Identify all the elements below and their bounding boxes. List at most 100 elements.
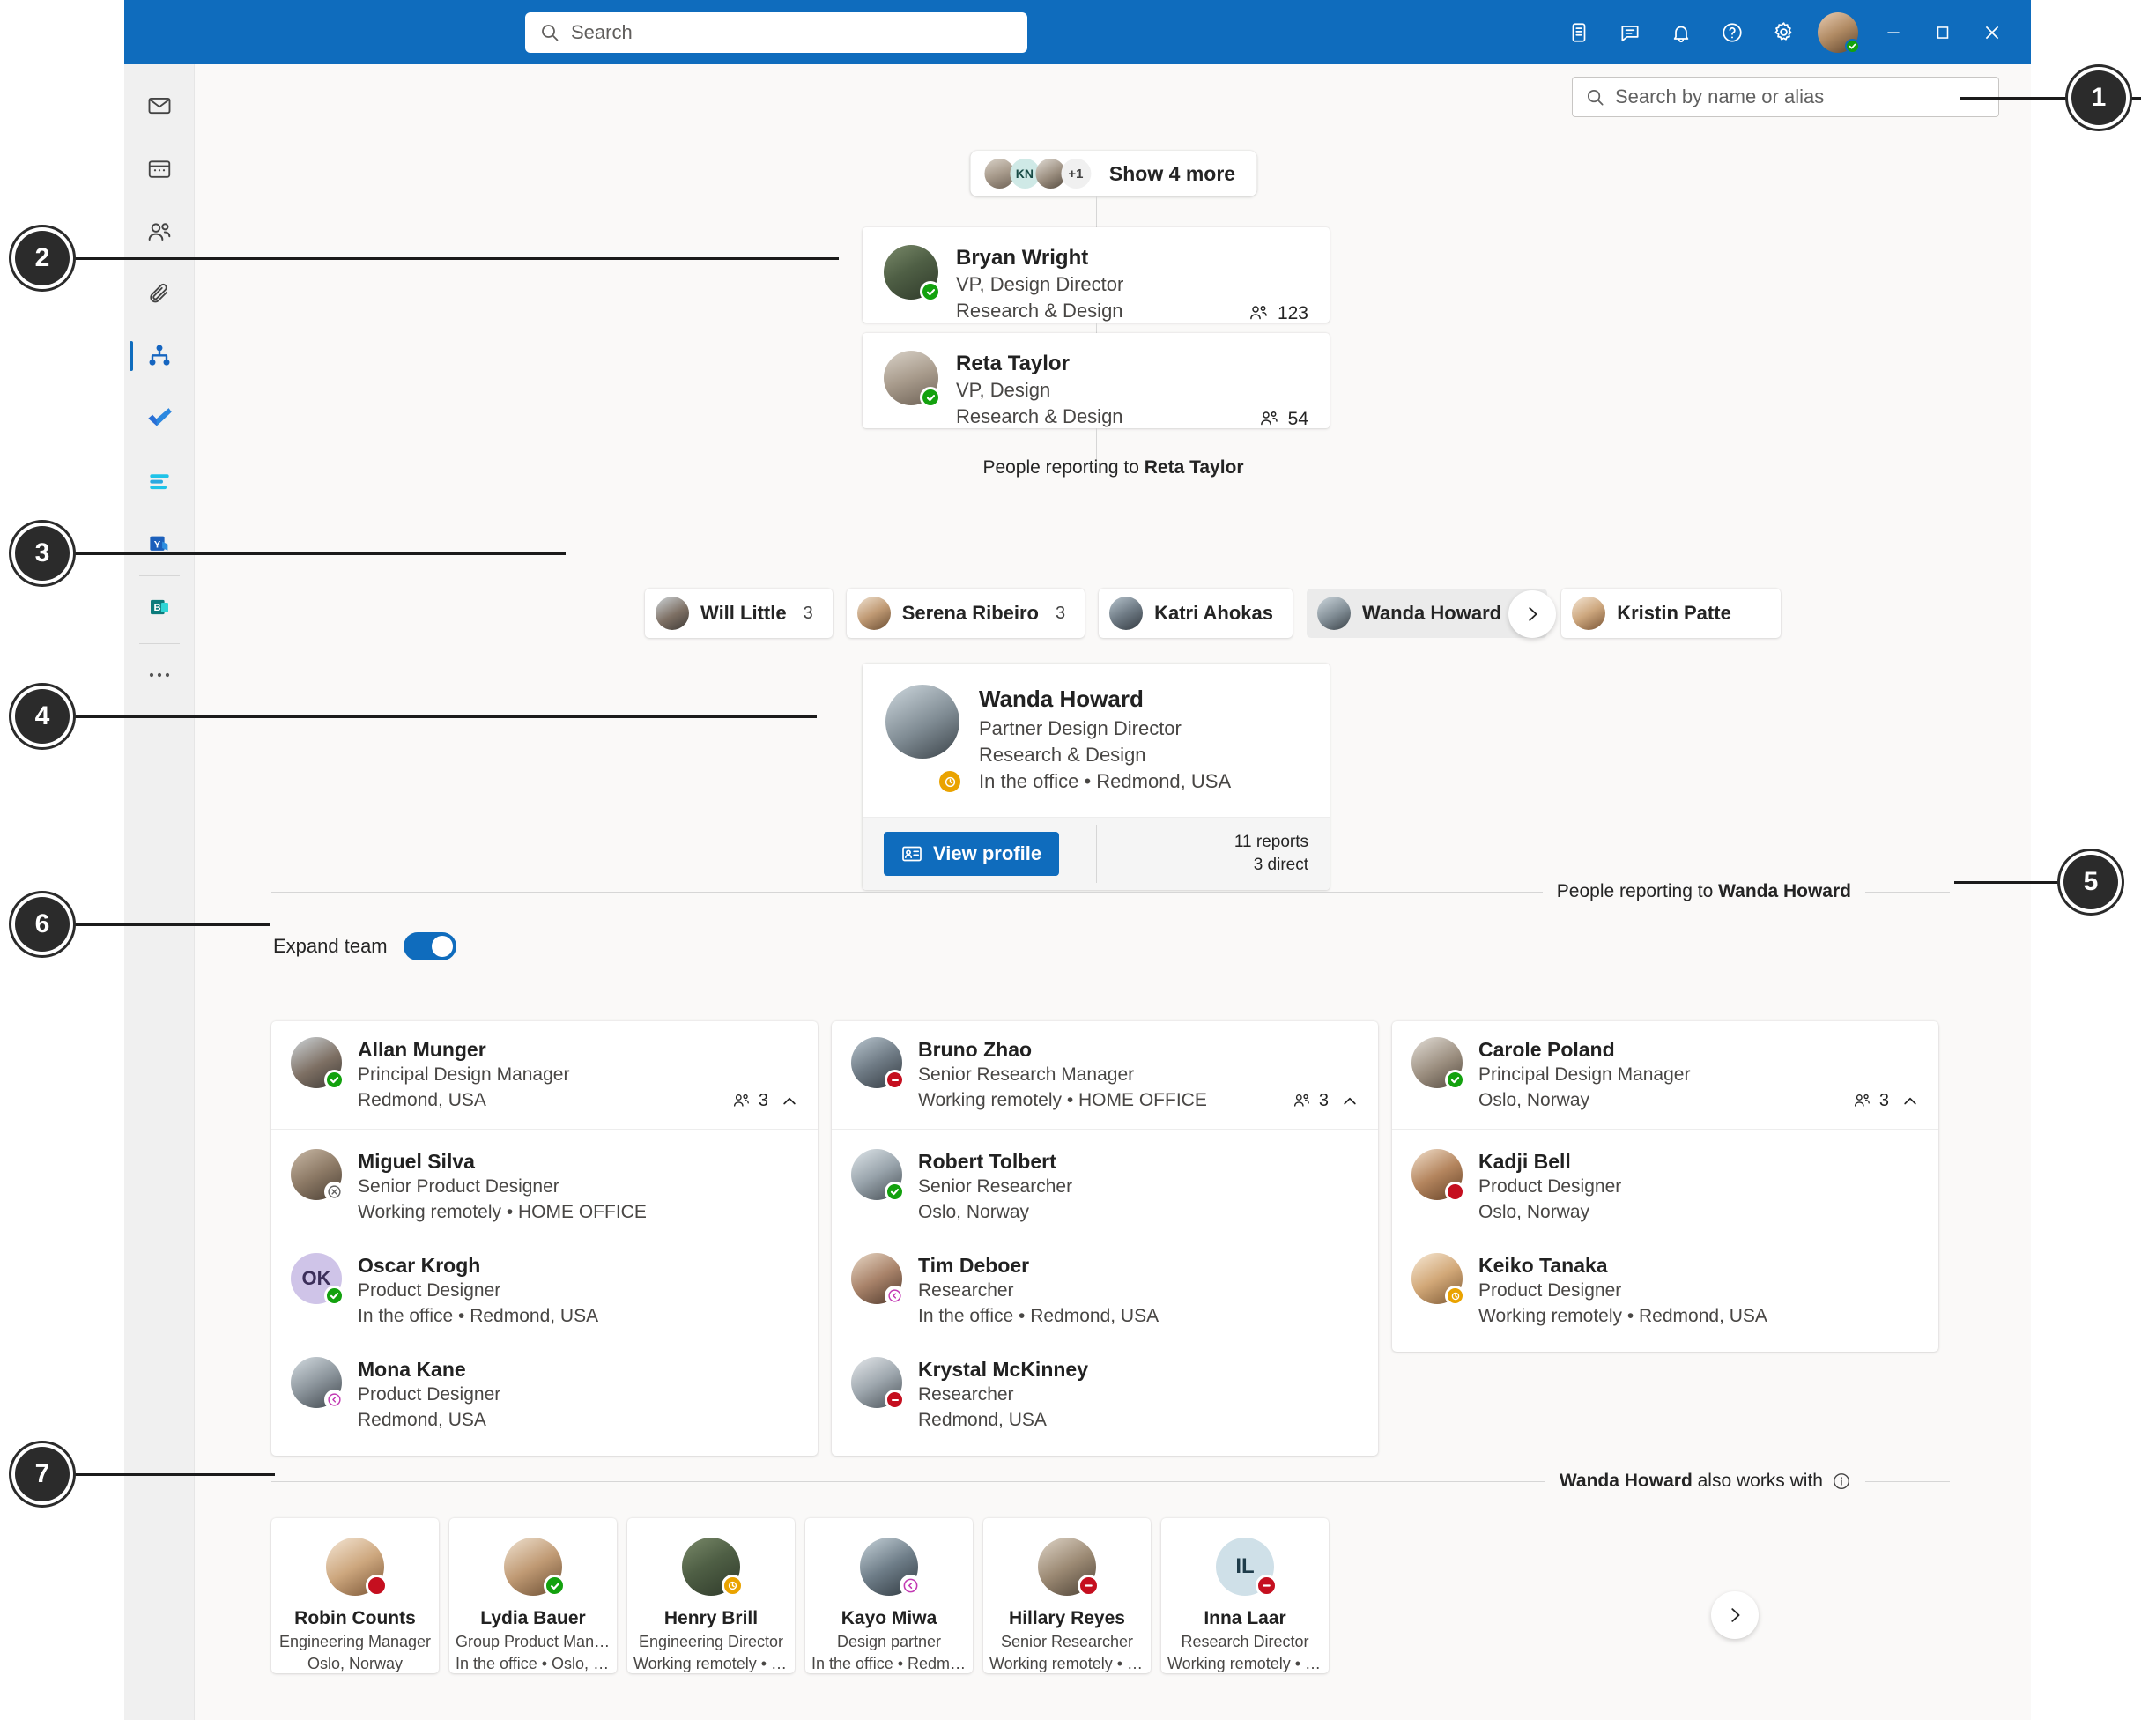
close-button[interactable] (1967, 8, 2017, 57)
avatar (884, 351, 938, 405)
peer-count: 3 (804, 604, 813, 624)
expand-team-toggle-row[interactable]: Expand team (273, 932, 456, 960)
sidebar-item-calendar[interactable] (124, 149, 195, 189)
help-icon[interactable] (1707, 8, 1758, 57)
reports-direct: 3 direct (1234, 854, 1308, 878)
sidebar-item-yammer[interactable]: Y (124, 524, 195, 565)
presence-badge-busy (1256, 1575, 1278, 1597)
team-member-row[interactable]: Kadji Bell Product Designer Oslo, Norway (1392, 1130, 1938, 1239)
person-location: Working remotely • HOME OFFI... (1167, 1655, 1322, 1673)
search-input[interactable]: Search by name or alias (1572, 77, 1999, 117)
person-name: Tim Deboer (918, 1253, 1159, 1279)
toggle-knob (432, 936, 453, 957)
team-column-carole-poland: Carole Poland Principal Design Manager O… (1392, 1021, 1938, 1352)
gear-icon[interactable] (1758, 8, 1809, 57)
works-with-next-button[interactable] (1711, 1591, 1759, 1639)
person-name: Bryan Wright (956, 245, 1123, 271)
activity-icon[interactable] (1553, 8, 1604, 57)
team-collapse-control[interactable]: 3 (1292, 1091, 1359, 1111)
person-location: Oslo, Norway (1478, 1200, 1621, 1226)
person-title: Engineering Director (639, 1633, 783, 1651)
person-title: Product Designer (358, 1383, 500, 1408)
team-member-row[interactable]: Mona Kane Product Designer Redmond, USA (271, 1343, 818, 1456)
works-with-row: Robin Counts Engineering Manager Oslo, N… (271, 1518, 1329, 1673)
works-with-card[interactable]: Hillary Reyes Senior Researcher Working … (983, 1518, 1151, 1673)
person-title: Engineering Manager (279, 1633, 431, 1651)
reports-count-value: 54 (1288, 409, 1308, 430)
sidebar-item-people[interactable] (124, 212, 195, 253)
callout-3: 3 (15, 526, 70, 581)
global-search-input[interactable]: Search (525, 12, 1027, 53)
team-member-row[interactable]: OK Oscar Krogh Product Designer In the o… (271, 1239, 818, 1343)
sidebar-item-more[interactable] (124, 655, 195, 695)
team-member-row[interactable]: Tim Deboer Researcher In the office • Re… (832, 1239, 1378, 1343)
maximize-button[interactable] (1918, 8, 1967, 57)
view-profile-button[interactable]: View profile (884, 832, 1059, 876)
sidebar-item-to-do[interactable] (124, 397, 195, 438)
person-location: Working remotely • HOME OFFICE (358, 1200, 647, 1226)
peer-chip-serena-ribeiro[interactable]: Serena Ribeiro 3 (847, 589, 1085, 638)
peer-name: Katri Ahokas (1154, 602, 1273, 625)
person-title: Product Designer (358, 1279, 598, 1304)
expand-team-label: Expand team (273, 935, 388, 958)
chat-icon[interactable] (1604, 8, 1656, 57)
team-manager-row[interactable]: Carole Poland Principal Design Manager O… (1392, 1021, 1938, 1130)
peers-next-button[interactable] (1508, 590, 1556, 638)
info-icon[interactable] (1832, 1472, 1851, 1491)
team-member-row[interactable]: Krystal McKinney Researcher Redmond, USA (832, 1343, 1378, 1456)
sidebar-item-lists[interactable] (124, 461, 195, 501)
team-collapse-control[interactable]: 3 (731, 1091, 798, 1111)
callout-6: 6 (15, 897, 70, 952)
org-node-bryan-wright[interactable]: Bryan Wright VP, Design Director Researc… (863, 227, 1330, 322)
callout-leader-4 (55, 715, 817, 718)
team-column-allan-munger: Allan Munger Principal Design Manager Re… (271, 1021, 818, 1456)
minimize-button[interactable] (1869, 8, 1918, 57)
org-node-reta-taylor[interactable]: Reta Taylor VP, Design Research & Design… (863, 333, 1330, 428)
team-collapse-control[interactable]: 3 (1852, 1091, 1919, 1111)
peer-chip-kristin-patte[interactable]: Kristin Patte (1561, 589, 1781, 638)
avatar-image (1572, 597, 1605, 630)
works-with-card[interactable]: Henry Brill Engineering Director Working… (627, 1518, 795, 1673)
person-name: Keiko Tanaka (1478, 1253, 1767, 1279)
person-location: Oslo, Norway (307, 1655, 403, 1673)
bell-icon[interactable] (1656, 8, 1707, 57)
show-more-pill[interactable]: KN +1 Show 4 more (970, 151, 1256, 196)
team-manager-row[interactable]: Allan Munger Principal Design Manager Re… (271, 1021, 818, 1130)
avatar: IL (1216, 1538, 1274, 1596)
works-with-card[interactable]: Kayo Miwa Design partner In the office •… (805, 1518, 973, 1673)
works-with-name: Wanda Howard (1560, 1471, 1693, 1491)
peer-chip-katri-ahokas[interactable]: Katri Ahokas (1099, 589, 1293, 638)
person-location: Redmond, USA (358, 1408, 500, 1434)
works-with-card[interactable]: Robin Counts Engineering Manager Oslo, N… (271, 1518, 439, 1673)
person-name: Robert Tolbert (918, 1149, 1072, 1175)
sidebar-item-files[interactable] (124, 274, 195, 315)
works-with-card[interactable]: IL Inna Laar Research Director Working r… (1161, 1518, 1329, 1673)
person-title: Partner Design Director (979, 715, 1231, 742)
rule-line-left (271, 1481, 1545, 1482)
direct-report-count: 3 (759, 1091, 768, 1111)
sidebar-item-mail[interactable] (124, 85, 195, 126)
team-member-row[interactable]: Miguel Silva Senior Product Designer Wor… (271, 1130, 818, 1239)
sidebar-item-bookings[interactable]: B (124, 587, 195, 627)
avatar (851, 1253, 902, 1304)
works-with-card[interactable]: Lydia Bauer Group Product Manager In the… (449, 1518, 617, 1673)
callout-leader-7 (55, 1473, 275, 1476)
person-department: Research & Design (979, 742, 1231, 768)
team-member-row[interactable]: Keiko Tanaka Product Designer Working re… (1392, 1239, 1938, 1352)
person-title: Principal Design Manager (358, 1063, 569, 1088)
peer-name: Will Little (700, 602, 787, 625)
avatar-image (1109, 597, 1143, 630)
presence-badge-available (885, 1182, 905, 1202)
team-member-row[interactable]: Robert Tolbert Senior Researcher Oslo, N… (832, 1130, 1378, 1239)
avatar (860, 1538, 918, 1596)
person-location: In the office • Redmond, USA (918, 1304, 1159, 1330)
title-bar: Search (124, 0, 2031, 64)
expand-team-toggle[interactable] (404, 932, 456, 960)
callout-2: 2 (15, 231, 70, 285)
peer-chip-will-little[interactable]: Will Little 3 (645, 589, 833, 638)
sidebar-item-org-chart[interactable] (124, 336, 195, 376)
peer-name: Serena Ribeiro (902, 602, 1039, 625)
team-manager-row[interactable]: Bruno Zhao Senior Research Manager Worki… (832, 1021, 1378, 1130)
avatar (291, 1357, 342, 1408)
avatar[interactable] (1818, 12, 1858, 53)
